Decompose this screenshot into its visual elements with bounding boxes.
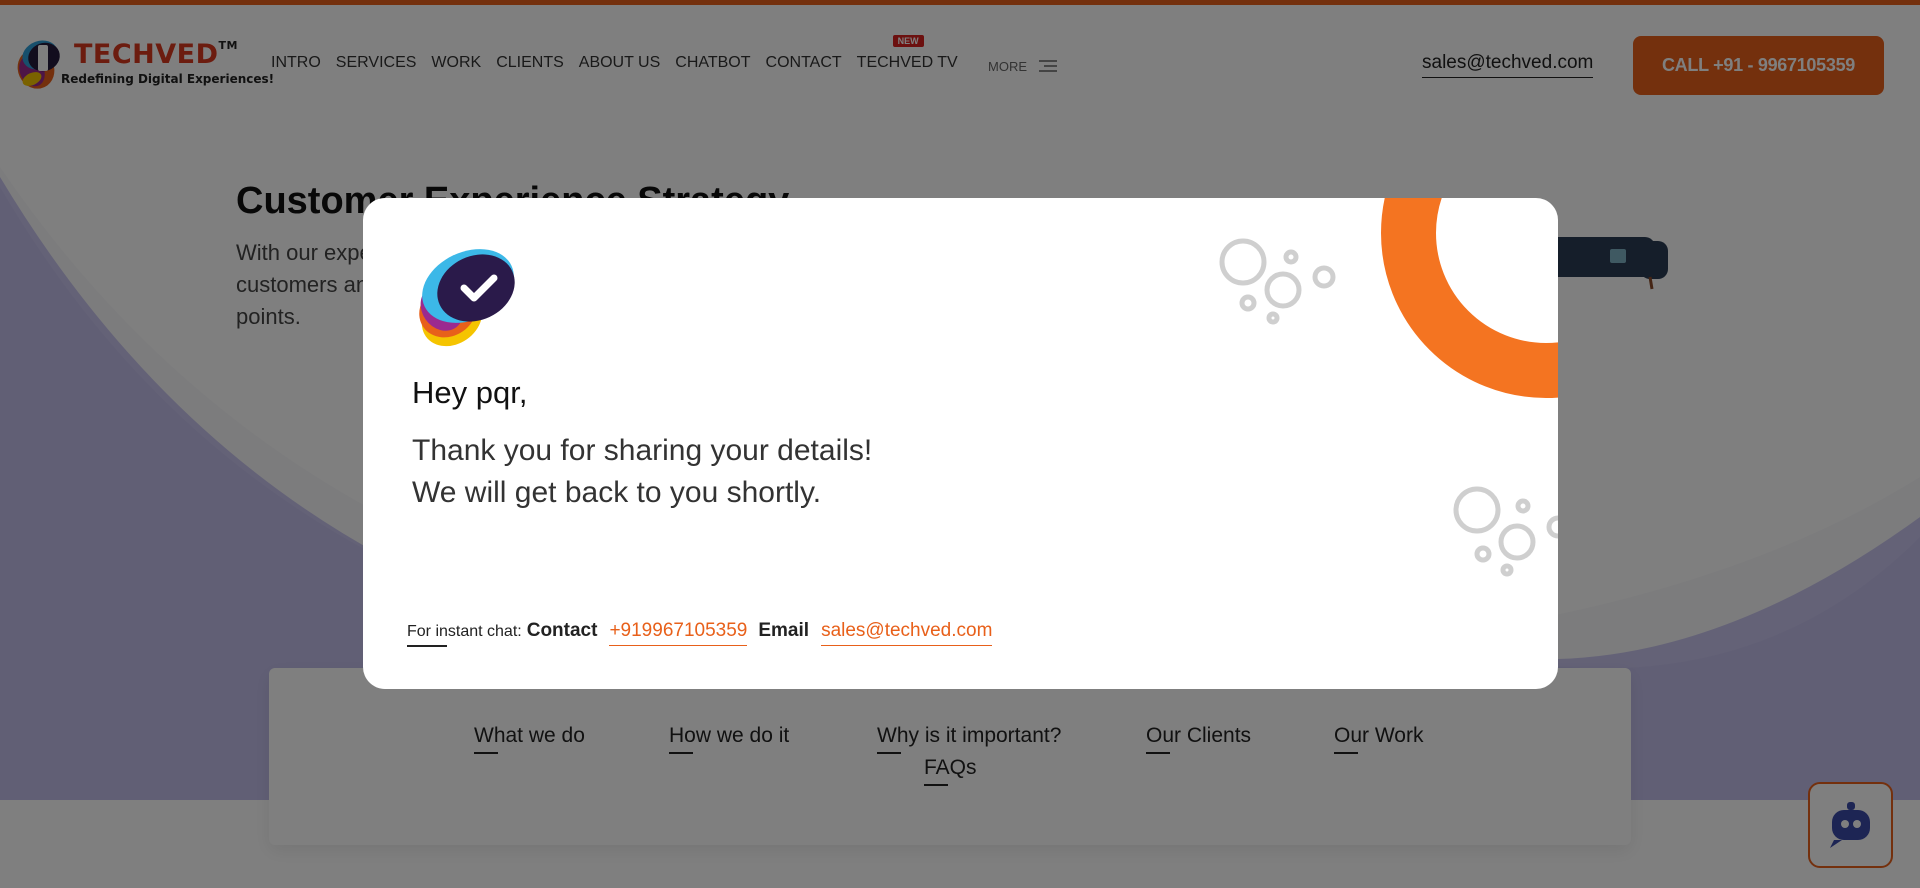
modal-message: Thank you for sharing your details! We w…	[412, 430, 872, 514]
decorative-bubbles-bottom	[1453, 486, 1558, 577]
email-label: Email	[758, 620, 810, 641]
modal-email-link[interactable]: sales@techved.com	[821, 620, 993, 646]
decorative-bubbles-top	[1219, 238, 1336, 325]
modal-greeting: Hey pqr,	[412, 375, 528, 410]
instant-chat-row: For instant chat: Contact +919967105359 …	[407, 620, 993, 647]
modal-phone-link[interactable]: +919967105359	[609, 620, 748, 646]
instant-chat-label: For instant chat:	[407, 623, 522, 647]
checkmark-logo-icon	[419, 249, 515, 347]
modal-message-line2: We will get back to you shortly.	[412, 476, 822, 509]
modal-message-line1: Thank you for sharing your details!	[412, 434, 873, 467]
contact-label: Contact	[526, 620, 598, 641]
decorative-orange-ring	[1381, 198, 1558, 398]
thank-you-modal: Hey pqr, Thank you for sharing your deta…	[363, 198, 1558, 689]
